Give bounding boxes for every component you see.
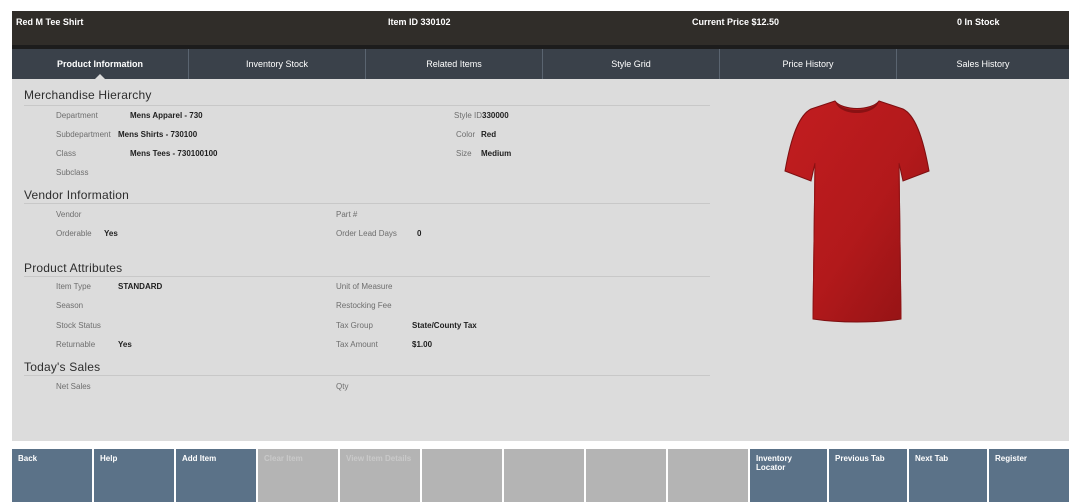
item-name: Red M Tee Shirt (16, 17, 84, 27)
inventory-locator-button[interactable]: Inventory Locator (750, 449, 829, 502)
tax-group-label: Tax Group (336, 321, 373, 330)
next-tab-button[interactable]: Next Tab (909, 449, 989, 502)
todays-sales-title: Today's Sales (24, 360, 101, 374)
subdepartment-value: Mens Shirts - 730100 (118, 130, 198, 139)
department-value: Mens Apparel - 730 (130, 111, 203, 120)
empty-function-button (668, 449, 750, 502)
product-information-panel: Merchandise Hierarchy Department Mens Ap… (12, 79, 1069, 441)
function-button-bar: Back Help Add Item Clear Item View Item … (12, 441, 1069, 502)
stock-status-label: Stock Status (56, 321, 101, 330)
season-label: Season (56, 301, 84, 310)
style-id-value: 330000 (482, 111, 509, 120)
color-label: Color (456, 130, 476, 139)
tax-group-value: State/County Tax (412, 321, 477, 330)
department-label: Department (56, 111, 98, 120)
tab-product-information[interactable]: Product Information (12, 49, 189, 80)
tax-amount-value: $1.00 (412, 340, 433, 349)
empty-function-button (586, 449, 668, 502)
net-sales-label: Net Sales (56, 382, 91, 391)
vendor-information-title: Vendor Information (24, 188, 129, 202)
returnable-value: Yes (118, 340, 132, 349)
tab-style-grid[interactable]: Style Grid (543, 49, 720, 79)
current-price: Current Price $12.50 (692, 17, 780, 27)
tab-inventory-stock[interactable]: Inventory Stock (189, 49, 366, 79)
tax-amount-label: Tax Amount (336, 340, 378, 349)
merchandise-hierarchy-title: Merchandise Hierarchy (24, 88, 152, 102)
part-number-label: Part # (336, 210, 358, 219)
vendor-label: Vendor (56, 210, 82, 219)
size-value: Medium (481, 149, 512, 158)
restocking-fee-label: Restocking Fee (336, 301, 392, 310)
style-id-label: Style ID (454, 111, 483, 120)
clear-item-button[interactable]: Clear Item (258, 449, 340, 502)
stock-count: 0 In Stock (957, 17, 1000, 27)
add-item-button[interactable]: Add Item (176, 449, 258, 502)
subdepartment-label: Subdepartment (56, 130, 111, 139)
size-label: Size (456, 149, 472, 158)
unit-of-measure-label: Unit of Measure (336, 282, 393, 291)
section-divider (24, 105, 710, 106)
qty-label: Qty (336, 382, 349, 391)
orderable-label: Orderable (56, 229, 92, 238)
section-divider (24, 203, 710, 204)
tab-price-history[interactable]: Price History (720, 49, 897, 79)
section-divider (24, 375, 710, 376)
empty-function-button (504, 449, 586, 502)
item-id: Item ID 330102 (388, 17, 451, 27)
item-type-label: Item Type (56, 282, 91, 291)
item-type-value: STANDARD (118, 282, 163, 291)
back-button[interactable]: Back (12, 449, 94, 502)
order-lead-days-label: Order Lead Days (336, 229, 397, 238)
order-lead-days-value: 0 (417, 229, 422, 238)
red-tee-shirt-image (784, 100, 930, 323)
tab-bar: Product Information Inventory Stock Rela… (12, 45, 1069, 80)
returnable-label: Returnable (56, 340, 96, 349)
color-value: Red (481, 130, 497, 139)
help-button[interactable]: Help (94, 449, 176, 502)
class-value: Mens Tees - 730100100 (130, 149, 218, 158)
subclass-label: Subclass (56, 168, 89, 177)
empty-function-button (422, 449, 504, 502)
previous-tab-button[interactable]: Previous Tab (829, 449, 909, 502)
class-label: Class (56, 149, 77, 158)
register-button[interactable]: Register (989, 449, 1069, 502)
tab-sales-history[interactable]: Sales History (897, 49, 1069, 79)
item-header-bar: Red M Tee Shirt Item ID 330102 Current P… (12, 11, 1069, 45)
tab-related-items[interactable]: Related Items (366, 49, 543, 79)
section-divider (24, 276, 710, 277)
view-item-details-button[interactable]: View Item Details (340, 449, 422, 502)
product-attributes-title: Product Attributes (24, 261, 123, 275)
orderable-value: Yes (104, 229, 118, 238)
